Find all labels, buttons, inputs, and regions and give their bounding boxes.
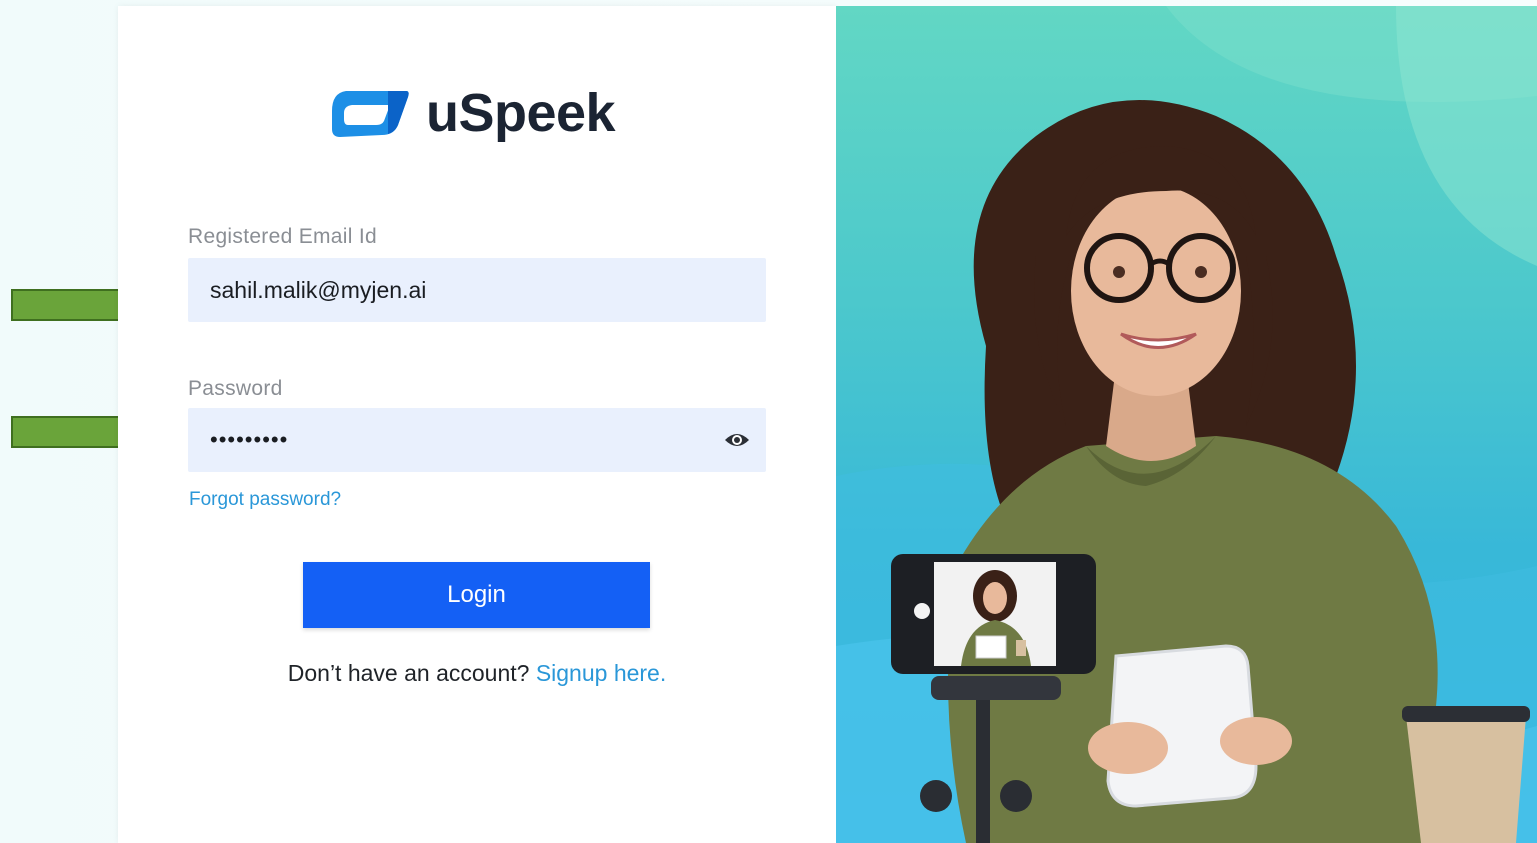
password-label: Password: [188, 377, 283, 400]
login-panel: uSpeek Registered Email Id sahil.malik@m…: [118, 6, 836, 843]
email-value: sahil.malik@myjen.ai: [210, 276, 427, 303]
woman-with-phone-tripod-illustration: [836, 6, 1537, 843]
brand-logo: uSpeek: [328, 78, 616, 148]
login-button[interactable]: Login: [303, 562, 650, 628]
forgot-password-link[interactable]: Forgot password?: [189, 489, 341, 511]
hero-image: [836, 6, 1537, 843]
signup-link[interactable]: Signup here.: [536, 660, 666, 686]
screenshot-stage: uSpeek Registered Email Id sahil.malik@m…: [0, 0, 1537, 843]
email-field[interactable]: sahil.malik@myjen.ai: [188, 258, 766, 322]
eye-icon[interactable]: [724, 429, 750, 451]
password-field[interactable]: •••••••••: [188, 408, 766, 472]
signup-prompt: Don’t have an account?: [287, 660, 530, 686]
email-label: Registered Email Id: [188, 225, 377, 248]
signup-line: Don’t have an account? Signup here.: [118, 660, 836, 687]
speech-bubble-logo-icon: [332, 91, 409, 137]
password-value: •••••••••: [210, 427, 289, 452]
brand-name: uSpeek: [426, 83, 616, 143]
